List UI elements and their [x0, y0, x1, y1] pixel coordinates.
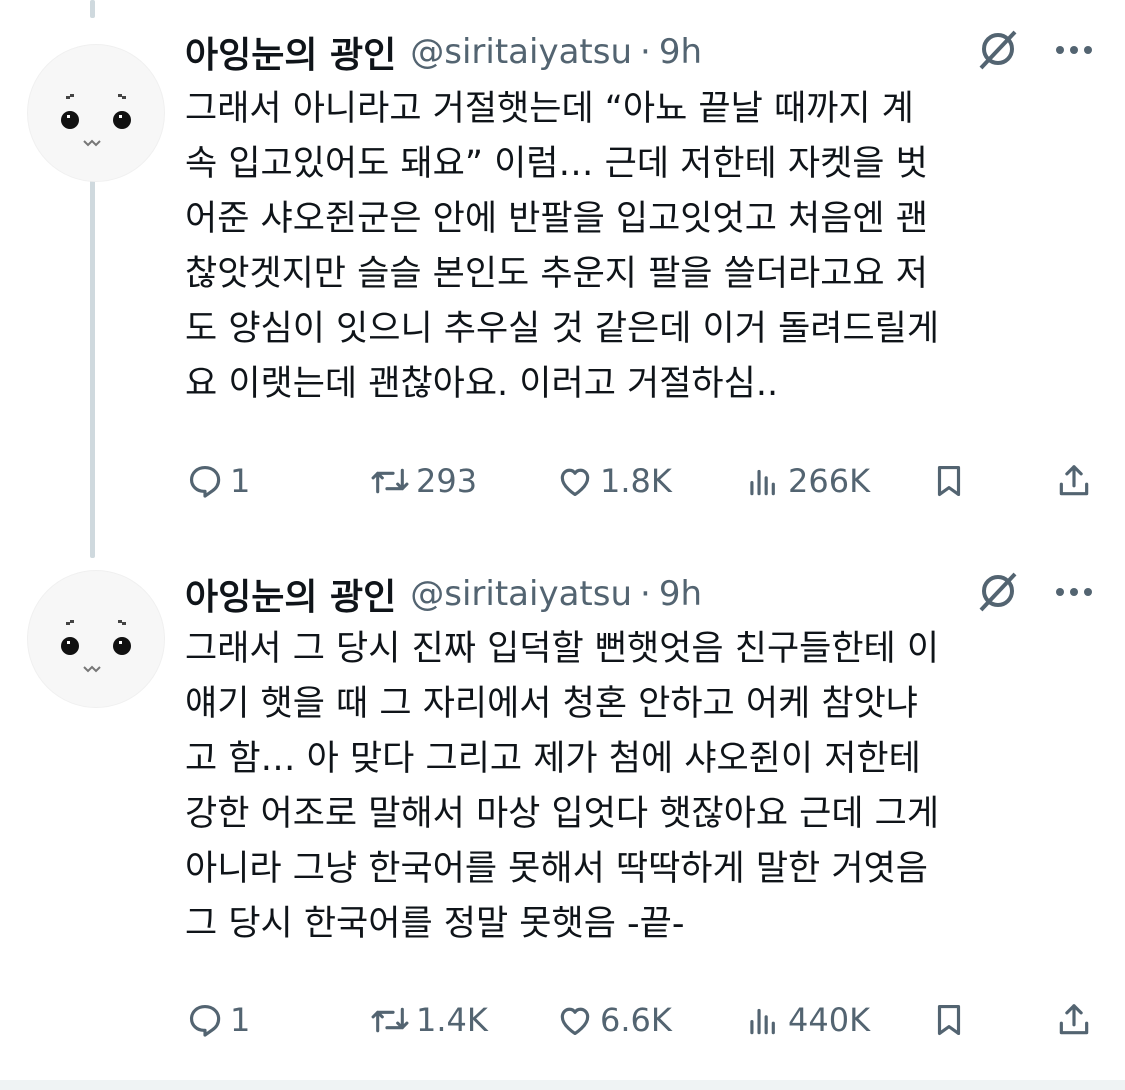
repost-button[interactable]: 1.4K	[370, 995, 488, 1045]
separator-dot: ·	[640, 32, 651, 72]
reply-count: 1	[230, 1001, 251, 1039]
avatar-face-image	[61, 620, 131, 673]
timeline-divider	[0, 1080, 1125, 1090]
display-name[interactable]: 아잉눈의 광인	[185, 26, 396, 78]
tweet-header: 아잉눈의 광인 @siritaiyatsu · 9h	[185, 22, 702, 82]
views-count: 440K	[788, 1001, 871, 1039]
tweet-actions: 1 293 1.8K 266K	[0, 456, 1125, 506]
reply-icon	[189, 465, 221, 498]
timestamp[interactable]: 9h	[659, 574, 702, 614]
like-button[interactable]: 1.8K	[556, 456, 672, 506]
tweet-text: 그래서 아니라고 거절햇는데 “아뇨 끝날 때까지 계 속 입고있어도 돼요” …	[185, 89, 940, 404]
grok-icon[interactable]	[975, 26, 1021, 76]
repost-icon	[371, 1007, 409, 1033]
bookmark-button[interactable]	[930, 995, 974, 1045]
bookmark-icon	[937, 465, 961, 497]
like-count: 6.6K	[600, 1001, 672, 1039]
tweet-header: 아잉눈의 광인 @siritaiyatsu · 9h	[185, 564, 702, 624]
views-icon	[750, 1008, 775, 1035]
repost-count: 293	[416, 462, 478, 500]
like-count: 1.8K	[600, 462, 672, 500]
share-button[interactable]	[1055, 995, 1099, 1045]
tweet[interactable]: 아잉눈의 광인 @siritaiyatsu · 9h 그래서 그 당시 진짜 입…	[0, 564, 1125, 1064]
separator-dot: ·	[640, 574, 651, 614]
reply-count: 1	[230, 462, 251, 500]
reply-button[interactable]: 1	[186, 456, 250, 506]
share-button[interactable]	[1055, 456, 1099, 506]
bookmark-button[interactable]	[930, 456, 974, 506]
display-name[interactable]: 아잉눈의 광인	[185, 568, 396, 620]
repost-icon	[371, 468, 409, 494]
thread-line-top	[90, 0, 95, 18]
tweet[interactable]: 아잉눈의 광인 @siritaiyatsu · 9h 그래서 아니라고 거절햇는…	[0, 22, 1125, 542]
views-button[interactable]: 440K	[744, 995, 870, 1045]
views-count: 266K	[788, 462, 871, 500]
more-icon[interactable]	[1052, 568, 1096, 618]
bookmark-icon	[937, 1004, 961, 1036]
more-icon[interactable]	[1052, 26, 1096, 76]
user-handle[interactable]: @siritaiyatsu	[410, 574, 632, 614]
repost-count: 1.4K	[416, 1001, 488, 1039]
reply-button[interactable]: 1	[186, 995, 250, 1045]
heart-icon	[560, 468, 590, 497]
avatar[interactable]	[27, 570, 165, 708]
tweet-text: 그래서 그 당시 진짜 입덕할 뻔햇엇음 친구들한테 이 얘기 햇을 때 그 자…	[185, 629, 940, 944]
views-button[interactable]: 266K	[744, 456, 870, 506]
share-icon	[1059, 465, 1089, 496]
tweet-actions: 1 1.4K 6.6K 440K	[0, 995, 1125, 1045]
timestamp[interactable]: 9h	[659, 32, 702, 72]
user-handle[interactable]: @siritaiyatsu	[410, 32, 632, 72]
like-button[interactable]: 6.6K	[556, 995, 672, 1045]
avatar[interactable]	[27, 44, 165, 182]
heart-icon	[560, 1007, 590, 1036]
views-icon	[750, 469, 775, 496]
share-icon	[1059, 1004, 1089, 1035]
avatar-face-image	[61, 94, 131, 147]
repost-button[interactable]: 293	[370, 456, 477, 506]
reply-icon	[189, 1004, 221, 1037]
grok-icon[interactable]	[975, 568, 1021, 618]
